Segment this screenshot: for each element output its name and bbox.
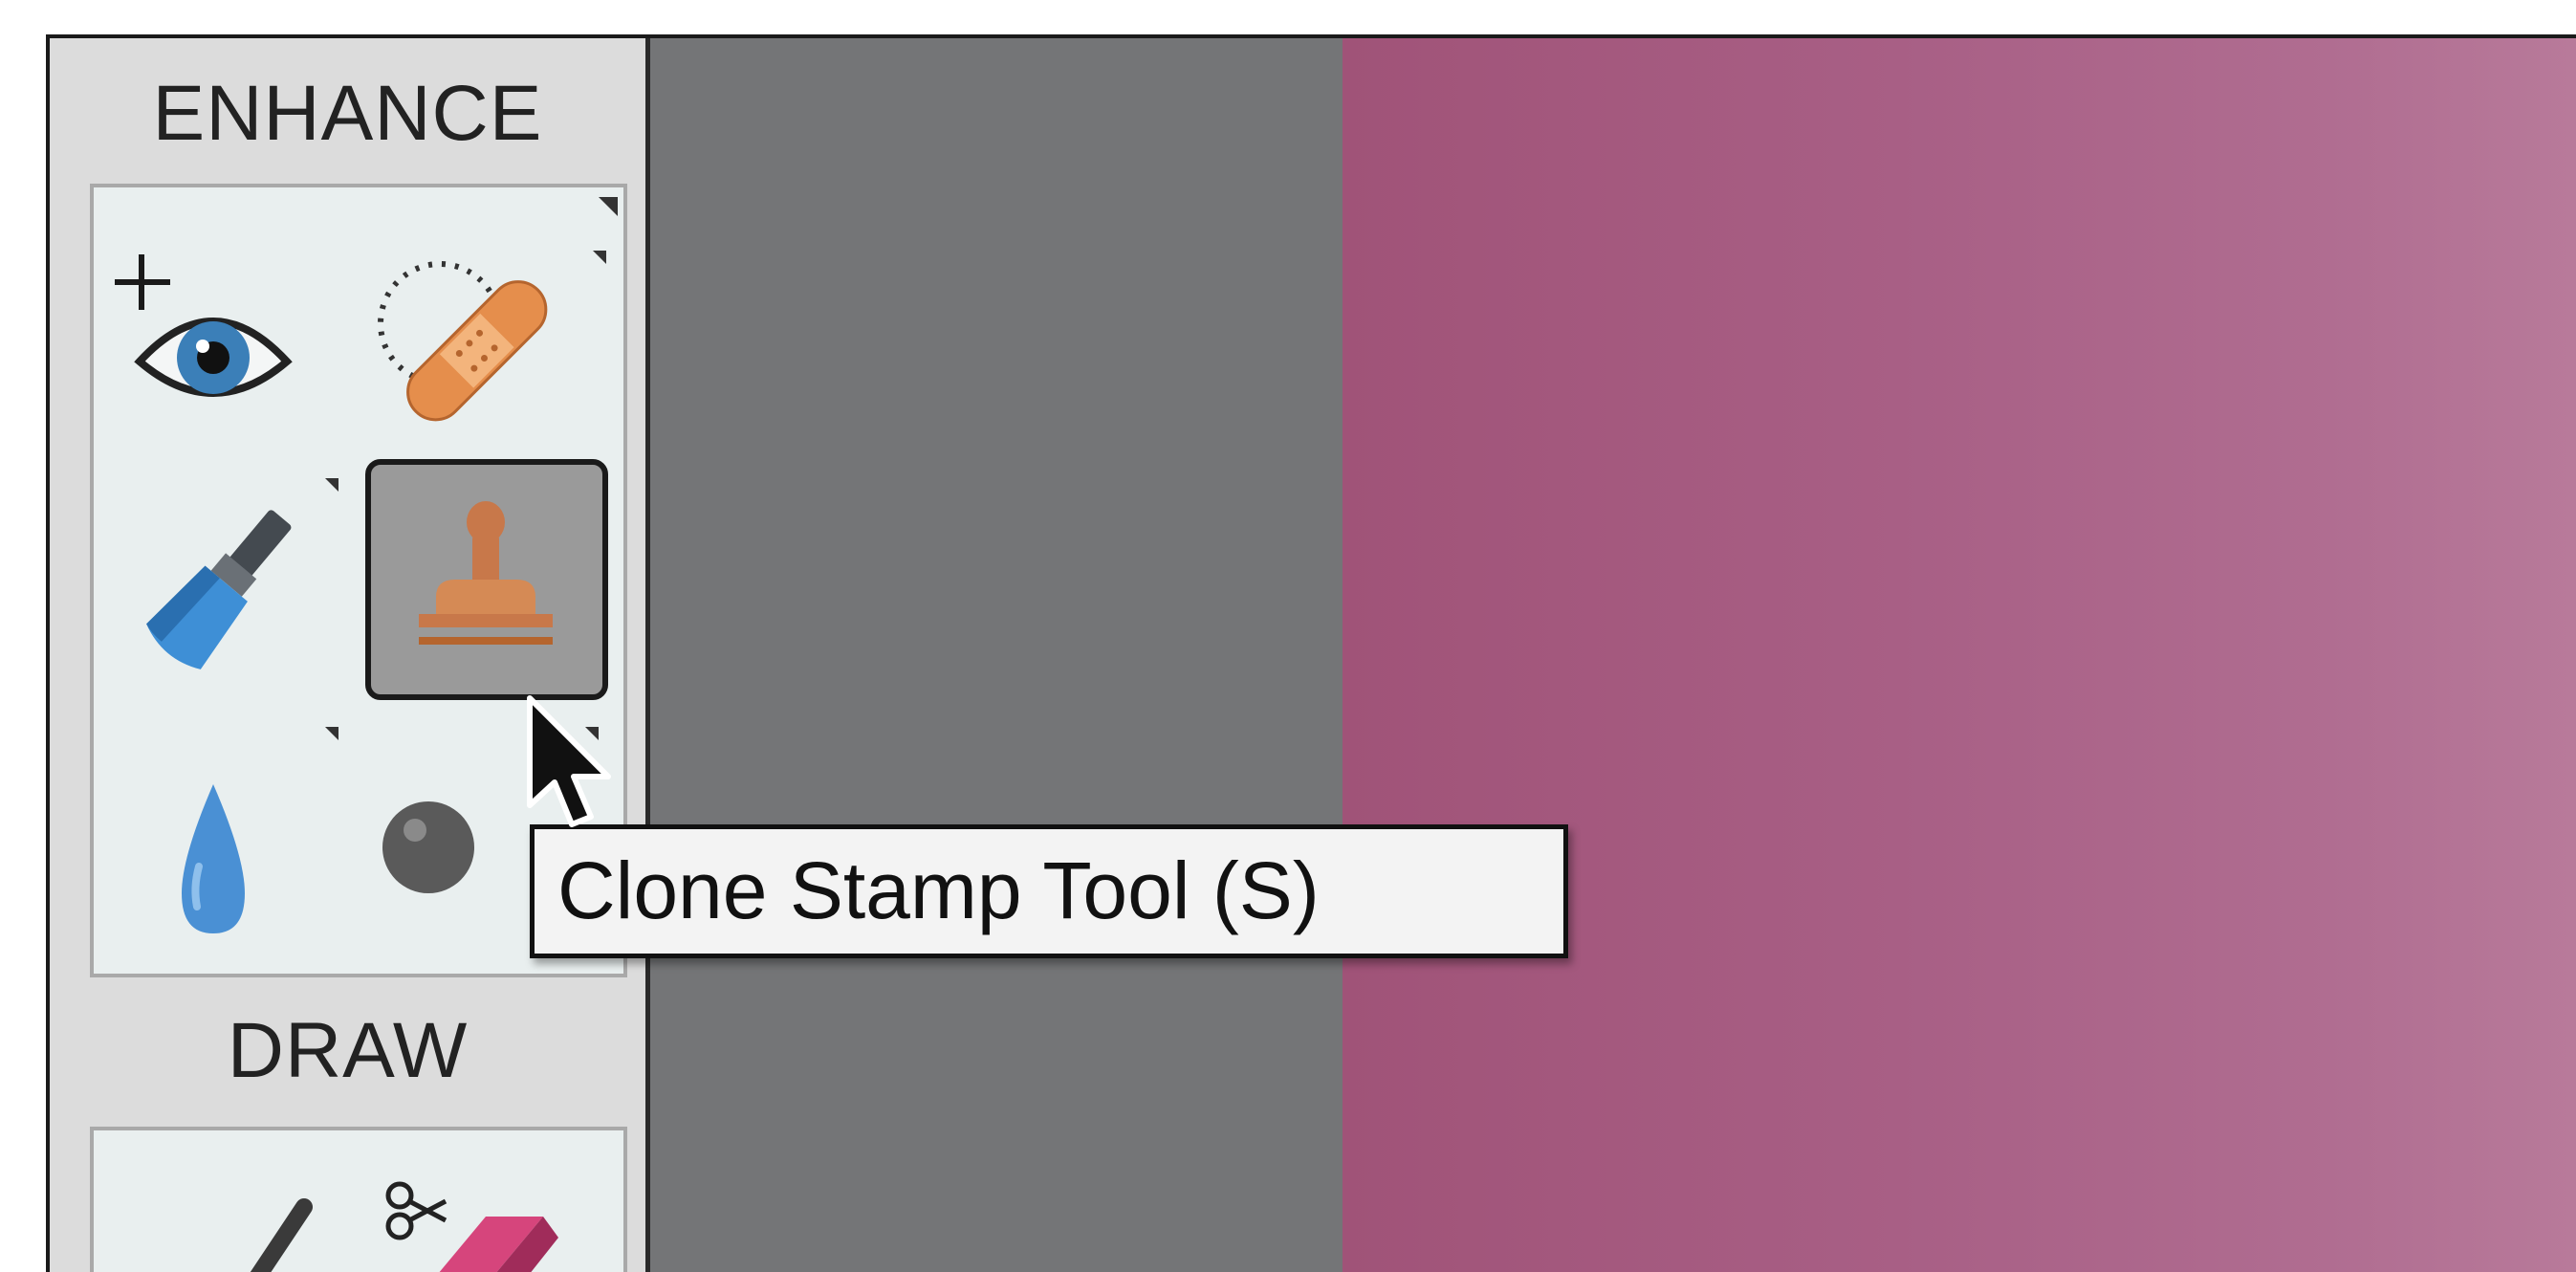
draw-section-title: DRAW (227, 1007, 469, 1094)
blur-tool[interactable] (113, 723, 361, 968)
brush-tool[interactable] (113, 1130, 361, 1272)
smart-brush-tool[interactable] (113, 474, 361, 719)
spot-healing-brush-tool[interactable] (371, 235, 620, 480)
tool-tooltip: Clone Stamp Tool (S) (530, 824, 1568, 958)
eraser-tool[interactable] (371, 1130, 620, 1272)
bandage-icon (378, 261, 548, 422)
canvas-background-area[interactable] (650, 38, 1343, 1272)
clone-stamp-tool[interactable] (360, 453, 608, 700)
scissors-eraser-icon (385, 1181, 558, 1272)
enhance-section-title: ENHANCE (152, 70, 543, 157)
tool-panel: ENHANCE DRAW (50, 38, 650, 1272)
draw-tool-group (90, 1127, 627, 1272)
app-window: ENHANCE DRAW Clone Stamp Tool (S) (46, 34, 2576, 1272)
pencil-icon (250, 1198, 313, 1272)
tool-group-corner-indicator (325, 478, 338, 492)
paint-brush-icon (146, 510, 292, 669)
water-drop-icon (182, 784, 245, 933)
tool-group-corner-indicator (593, 251, 606, 264)
eye-plus-icon (115, 254, 293, 397)
image-canvas[interactable] (1343, 38, 2576, 1272)
group-corner-indicator (599, 197, 618, 216)
tool-group-corner-indicator (325, 727, 338, 740)
mouse-pointer-icon (527, 695, 611, 827)
stamp-icon (419, 501, 553, 645)
red-eye-removal-tool[interactable] (113, 235, 361, 480)
